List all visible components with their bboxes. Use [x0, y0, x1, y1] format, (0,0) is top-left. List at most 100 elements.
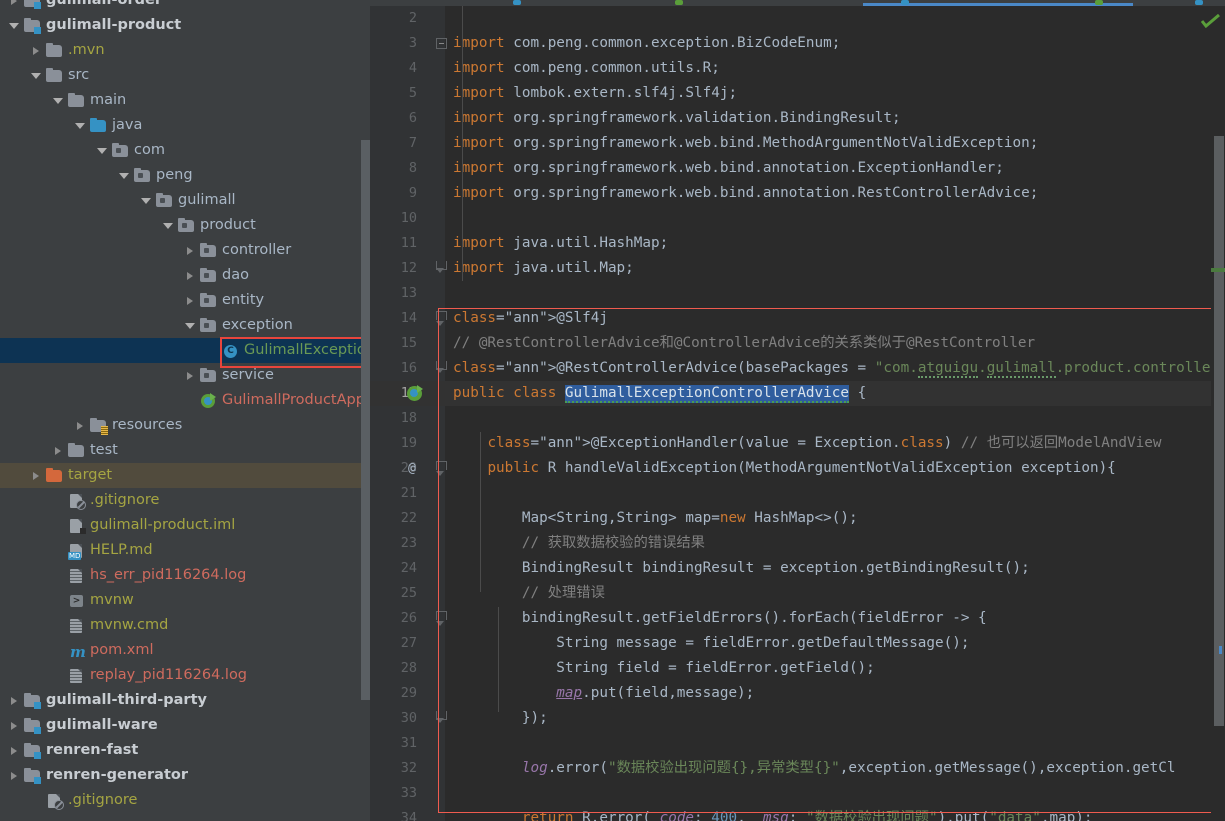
tree-item-product[interactable]: product: [0, 213, 370, 238]
tree-item-gulimallexceptioncontrolleradvice[interactable]: C GulimallExceptionControllerAdvice: [0, 338, 370, 363]
tree-item-replay-pid116264-log[interactable]: replay_pid116264.log: [0, 663, 370, 688]
code-line[interactable]: import org.springframework.web.bind.Meth…: [445, 131, 1225, 156]
chevron-right-icon[interactable]: [8, 0, 21, 7]
code-line[interactable]: import com.peng.common.exception.BizCode…: [445, 31, 1225, 56]
tree-item-entity[interactable]: entity: [0, 288, 370, 313]
spring-bean-icon[interactable]: [407, 385, 423, 401]
code-line[interactable]: // @RestControllerAdvice和@ControllerAdvi…: [445, 331, 1225, 356]
tree-item-gitignore[interactable]: .gitignore: [0, 788, 370, 813]
tree-item-java[interactable]: java: [0, 113, 370, 138]
tree-item-exception[interactable]: exception: [0, 313, 370, 338]
code-line[interactable]: import java.util.HashMap;: [445, 231, 1225, 256]
chevron-right-icon[interactable]: [74, 419, 87, 432]
chevron-right-icon[interactable]: [52, 444, 65, 457]
code-editor[interactable]: 234567891011121314151617181920@212223242…: [370, 0, 1225, 821]
tree-item-mvnw-cmd[interactable]: mvnw.cmd: [0, 613, 370, 638]
tree-item-src[interactable]: src: [0, 63, 370, 88]
gutter-line[interactable]: [370, 56, 445, 81]
chevron-down-icon[interactable]: [8, 19, 21, 32]
code-line[interactable]: map.put(field,message);: [445, 681, 1225, 706]
tree-item-gulimall-ware[interactable]: gulimall-ware: [0, 713, 369, 738]
code-line[interactable]: [445, 6, 1225, 31]
editor-tab-bar[interactable]: [370, 0, 1225, 6]
gutter-line[interactable]: [370, 106, 445, 131]
gutter-line[interactable]: [370, 81, 445, 106]
chevron-down-icon[interactable]: [162, 219, 175, 232]
code-line[interactable]: [445, 206, 1225, 231]
tree-item-gulimall[interactable]: gulimall: [0, 188, 370, 213]
gutter-line[interactable]: [370, 156, 445, 181]
tree-item-renren-fast[interactable]: renren-fast: [0, 738, 369, 763]
chevron-right-icon[interactable]: [8, 744, 21, 757]
code-line[interactable]: import com.peng.common.utils.R;: [445, 56, 1225, 81]
code-line[interactable]: BindingResult bindingResult = exception.…: [445, 556, 1225, 581]
code-line[interactable]: import org.springframework.web.bind.anno…: [445, 181, 1225, 206]
code-line[interactable]: [445, 481, 1225, 506]
chevron-right-icon[interactable]: [30, 44, 43, 57]
tree-item-resources[interactable]: resources: [0, 413, 370, 438]
code-line[interactable]: // 获取数据校验的错误结果: [445, 531, 1225, 556]
gutter-line[interactable]: [370, 181, 445, 206]
code-line[interactable]: [445, 406, 1225, 431]
tree-item-com[interactable]: com: [0, 138, 370, 163]
code-line[interactable]: public R handleValidException(MethodArgu…: [445, 456, 1225, 481]
chevron-down-icon[interactable]: [30, 69, 43, 82]
tree-item-test[interactable]: test: [0, 438, 370, 463]
overridden-annotation-marker[interactable]: @: [408, 456, 416, 481]
editor-gutter[interactable]: 234567891011121314151617181920@212223242…: [370, 6, 447, 821]
tree-item-help-md[interactable]: MD HELP.md: [0, 538, 370, 563]
code-line[interactable]: bindingResult.getFieldErrors().forEach(f…: [445, 606, 1225, 631]
code-line[interactable]: import lombok.extern.slf4j.Slf4j;: [445, 81, 1225, 106]
tree-item-gulimall-product[interactable]: gulimall-product: [0, 13, 369, 38]
code-line[interactable]: import org.springframework.web.bind.anno…: [445, 156, 1225, 181]
editor-scrollbar-thumb[interactable]: [1214, 136, 1224, 726]
code-line[interactable]: });: [445, 706, 1225, 731]
chevron-right-icon[interactable]: [8, 719, 21, 732]
tree-item-gitignore[interactable]: .gitignore: [0, 488, 370, 513]
code-line[interactable]: import java.util.Map;: [445, 256, 1225, 281]
gutter-line[interactable]: [370, 6, 445, 31]
code-line[interactable]: return R.error( code: 400, msg: "数据校验出现问…: [445, 806, 1225, 821]
chevron-right-icon[interactable]: [184, 369, 197, 382]
editor-code-area[interactable]: import com.peng.common.exception.BizCode…: [445, 6, 1225, 821]
chevron-right-icon[interactable]: [184, 244, 197, 257]
tree-item-target[interactable]: target: [0, 463, 370, 488]
chevron-right-icon[interactable]: [184, 294, 197, 307]
code-line[interactable]: class="ann">@ExceptionHandler(value = Ex…: [445, 431, 1225, 456]
chevron-down-icon[interactable]: [140, 194, 153, 207]
inspection-ok-check-icon[interactable]: [1201, 14, 1221, 28]
tree-item-mvn[interactable]: .mvn: [0, 38, 370, 63]
tree-item-controller[interactable]: controller: [0, 238, 370, 263]
tree-item-gulimall-order[interactable]: gulimall-order: [0, 0, 369, 13]
tree-item-gulimall-third-party[interactable]: gulimall-third-party: [0, 688, 369, 713]
gutter-line[interactable]: [370, 31, 445, 56]
tree-item-peng[interactable]: peng: [0, 163, 370, 188]
chevron-right-icon[interactable]: [8, 694, 21, 707]
code-line[interactable]: import org.springframework.validation.Bi…: [445, 106, 1225, 131]
sidebar-scrollbar-track[interactable]: [361, 0, 370, 821]
chevron-down-icon[interactable]: [118, 169, 131, 182]
code-line[interactable]: [445, 781, 1225, 806]
tree-item-main[interactable]: main: [0, 88, 370, 113]
tree-item-dao[interactable]: dao: [0, 263, 370, 288]
tree-item-hs-err-pid116264-log[interactable]: hs_err_pid116264.log: [0, 563, 370, 588]
code-line[interactable]: class="ann">@Slf4j: [445, 306, 1225, 331]
tree-item-service[interactable]: service: [0, 363, 370, 388]
code-line[interactable]: Map<String,String> map=new HashMap<>();: [445, 506, 1225, 531]
chevron-down-icon[interactable]: [96, 144, 109, 157]
code-line[interactable]: log.error("数据校验出现问题{},异常类型{}",exception.…: [445, 756, 1225, 781]
editor-markers-strip[interactable]: [1201, 6, 1225, 821]
code-line[interactable]: class="ann">@RestControllerAdvice(basePa…: [445, 356, 1225, 381]
code-line[interactable]: String message = fieldError.getDefaultMe…: [445, 631, 1225, 656]
code-line[interactable]: // 处理错误: [445, 581, 1225, 606]
chevron-down-icon[interactable]: [74, 119, 87, 132]
chevron-right-icon[interactable]: [8, 769, 21, 782]
selected-identifier[interactable]: GulimallExceptionControllerAdvice: [564, 385, 849, 403]
tree-item-renren-generator[interactable]: renren-generator: [0, 763, 369, 788]
sidebar-scrollbar-thumb[interactable]: [361, 140, 370, 700]
chevron-right-icon[interactable]: [30, 469, 43, 482]
tree-item-gulimall-product-iml[interactable]: gulimall-product.iml: [0, 513, 370, 538]
chevron-down-icon[interactable]: [52, 94, 65, 107]
code-line[interactable]: String field = fieldError.getField();: [445, 656, 1225, 681]
tree-item-gulimallproductapplication[interactable]: GulimallProductApplication: [0, 388, 370, 413]
